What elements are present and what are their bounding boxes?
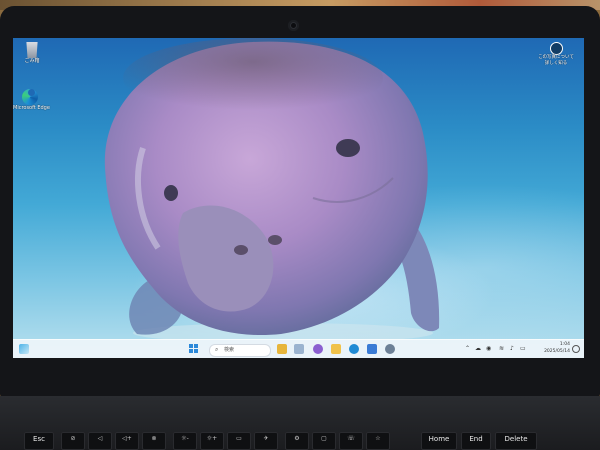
taskbar-clock[interactable]: 1:04 2025/05/14 (544, 342, 570, 355)
recycle-bin-icon (26, 42, 38, 58)
widgets-icon[interactable] (19, 344, 29, 354)
taskbar: ⌕ 検索 ⌃ ☁ ◉ ≋ ♪ ▭ 1:04 2025/05/14 (13, 339, 584, 358)
key-end[interactable]: End (461, 432, 491, 450)
tray-battery-icon[interactable]: ▭ (520, 345, 526, 353)
search-placeholder: 検索 (224, 346, 235, 353)
desktop-screen: ごみ箱 Microsoft Edge この写真について 詳しく知る ⌕ 検索 ⌃… (13, 38, 584, 358)
edge-icon (22, 89, 38, 105)
webcam-icon (288, 20, 299, 31)
function-key-row: Esc ⊘ ◁ ◁+ ⊗ ☼- ☼+ ▭ ✈ ⚙ ▢ ☏ ☆ Home End … (24, 432, 584, 450)
key-f3[interactable]: ◁+ (115, 432, 139, 450)
taskbar-app-task-view[interactable] (294, 344, 304, 354)
taskbar-app-folder[interactable] (331, 344, 341, 354)
notification-bell-icon[interactable] (572, 345, 580, 353)
desktop-icon-recycle-bin[interactable]: ごみ箱 (15, 42, 49, 64)
key-f9[interactable]: ⚙ (285, 432, 309, 450)
tray-shield-icon[interactable]: ◉ (486, 345, 491, 353)
key-esc[interactable]: Esc (24, 432, 54, 450)
spotlight-learn-more[interactable]: この写真について 詳しく知る (536, 42, 576, 66)
taskbar-app-copilot[interactable] (313, 344, 323, 354)
taskbar-app-settings[interactable] (385, 344, 395, 354)
desktop-icon-edge[interactable]: Microsoft Edge (13, 84, 50, 111)
wallpaper-manatee (104, 38, 440, 340)
tray-chevron-up-icon[interactable]: ⌃ (465, 345, 470, 353)
tray-cloud-icon[interactable]: ☁ (475, 345, 481, 353)
key-f12[interactable]: ☆ (366, 432, 390, 450)
tray-wifi-icon[interactable]: ≋ (499, 345, 504, 353)
key-delete[interactable]: Delete (495, 432, 537, 450)
key-home[interactable]: Home (421, 432, 457, 450)
spotlight-icon (549, 42, 563, 55)
taskbar-search-box[interactable]: ⌕ 検索 (209, 343, 271, 357)
spotlight-label-line1: この写真について (538, 55, 574, 60)
desktop-icon-label: ごみ箱 (24, 58, 40, 64)
start-button[interactable] (189, 344, 199, 354)
key-f6[interactable]: ☼+ (200, 432, 224, 450)
key-f10[interactable]: ▢ (312, 432, 336, 450)
key-f8[interactable]: ✈ (254, 432, 278, 450)
key-f5[interactable]: ☼- (173, 432, 197, 450)
key-f7[interactable]: ▭ (227, 432, 251, 450)
tray-volume-icon[interactable]: ♪ (510, 345, 514, 353)
search-icon: ⌕ (215, 345, 219, 353)
taskbar-app-file-explorer[interactable] (277, 344, 287, 354)
key-f4[interactable]: ⊗ (142, 432, 166, 450)
taskbar-app-store[interactable] (367, 344, 377, 354)
spotlight-label-line2: 詳しく知る (544, 60, 568, 66)
taskbar-app-edge[interactable] (349, 344, 359, 354)
key-f11[interactable]: ☏ (339, 432, 363, 450)
clock-date: 2025/05/14 (544, 348, 570, 354)
key-f1[interactable]: ⊘ (61, 432, 85, 450)
key-f2[interactable]: ◁ (88, 432, 112, 450)
desktop-icon-label: Microsoft Edge (13, 105, 50, 111)
